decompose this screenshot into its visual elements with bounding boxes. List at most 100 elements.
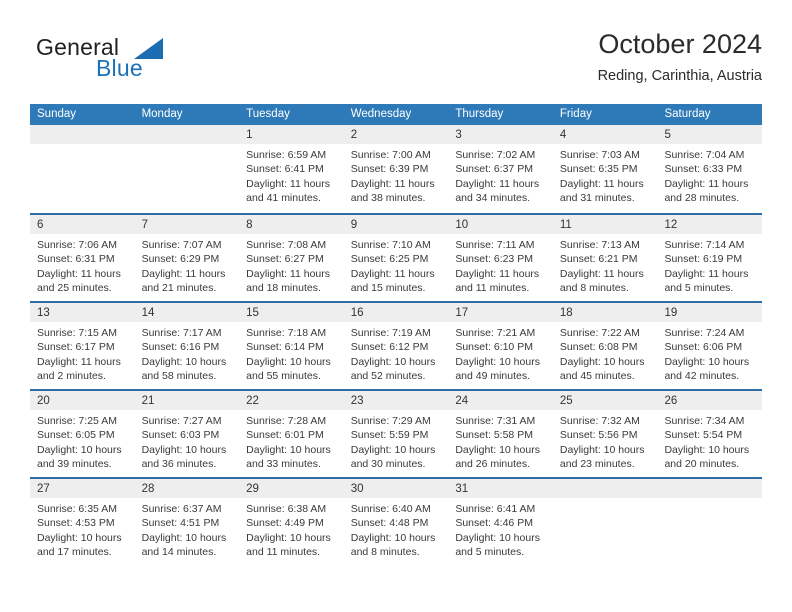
day-cell[interactable]: 23 Sunrise: 7:29 AM Sunset: 5:59 PM Dayl… <box>343 391 449 477</box>
day-cell[interactable] <box>134 125 240 213</box>
sunrise-text: Sunrise: 7:11 AM <box>455 239 535 251</box>
day-cell[interactable]: 15 Sunrise: 7:18 AM Sunset: 6:14 PM Dayl… <box>239 303 344 389</box>
daylight-text-line2: and 26 minutes. <box>455 458 531 471</box>
sunrise-text: Sunrise: 6:35 AM <box>37 503 117 515</box>
day-cell[interactable]: 22 Sunrise: 7:28 AM Sunset: 6:01 PM Dayl… <box>239 391 344 477</box>
day-info: Sunrise: 7:27 AM Sunset: 6:03 PM Dayligh… <box>135 410 240 472</box>
day-number-band <box>30 125 135 144</box>
page-subtitle-location: Reding, Carinthia, Austria <box>597 68 762 84</box>
day-cell[interactable]: 16 Sunrise: 7:19 AM Sunset: 6:12 PM Dayl… <box>343 303 449 389</box>
title-block: October 2024 Reding, Carinthia, Austria <box>598 28 762 86</box>
daylight-text-line1: Daylight: 11 hours <box>664 177 749 190</box>
day-info: Sunrise: 6:59 AM Sunset: 6:41 PM Dayligh… <box>239 144 344 206</box>
day-number: 12 <box>664 219 678 231</box>
weekday-header-saturday: Saturday <box>664 108 711 120</box>
daylight-text-line2: and 8 minutes. <box>559 282 629 295</box>
sunset-text: Sunset: 6:39 PM <box>350 163 429 176</box>
day-cell[interactable]: 27 Sunrise: 6:35 AM Sunset: 4:53 PM Dayl… <box>30 479 135 565</box>
weekday-header-monday: Monday <box>141 108 183 120</box>
day-cell[interactable]: 25 Sunrise: 7:32 AM Sunset: 5:56 PM Dayl… <box>552 391 658 477</box>
day-cell[interactable]: 29 Sunrise: 6:38 AM Sunset: 4:49 PM Dayl… <box>239 479 344 565</box>
day-cell[interactable]: 10 Sunrise: 7:11 AM Sunset: 6:23 PM Dayl… <box>448 215 553 301</box>
day-cell[interactable]: 28 Sunrise: 6:37 AM Sunset: 4:51 PM Dayl… <box>134 479 240 565</box>
sunset-text: Sunset: 5:56 PM <box>559 429 638 442</box>
day-number-band: 27 <box>30 479 135 498</box>
day-info <box>553 498 658 502</box>
day-number: 8 <box>246 219 253 231</box>
daylight-text-line2: and 34 minutes. <box>455 192 531 205</box>
day-cell[interactable]: 31 Sunrise: 6:41 AM Sunset: 4:46 PM Dayl… <box>448 479 553 565</box>
day-cell[interactable]: 1 Sunrise: 6:59 AM Sunset: 6:41 PM Dayli… <box>239 125 344 213</box>
calendar-table: Sunday Monday Tuesday Wednesday Thursday… <box>30 104 763 565</box>
day-number-band: 14 <box>134 303 240 322</box>
day-cell[interactable]: 24 Sunrise: 7:31 AM Sunset: 5:58 PM Dayl… <box>448 391 553 477</box>
daylight-text-line1: Daylight: 11 hours <box>141 267 226 280</box>
day-cell[interactable]: 5 Sunrise: 7:04 AM Sunset: 6:33 PM Dayli… <box>657 125 763 213</box>
sunset-text: Sunset: 6:31 PM <box>37 253 115 266</box>
day-number-band: 24 <box>448 391 553 410</box>
day-number-band: 17 <box>448 303 553 322</box>
day-cell[interactable]: 11 Sunrise: 7:13 AM Sunset: 6:21 PM Dayl… <box>552 215 658 301</box>
day-number: 31 <box>455 483 469 495</box>
day-number: 22 <box>246 395 259 407</box>
daylight-text-line2: and 5 minutes. <box>664 282 734 295</box>
daylight-text-line1: Daylight: 10 hours <box>559 443 645 456</box>
day-cell[interactable]: 7 Sunrise: 7:07 AM Sunset: 6:29 PM Dayli… <box>134 215 240 301</box>
day-cell[interactable] <box>657 479 763 565</box>
day-number: 17 <box>455 307 469 319</box>
sunset-text: Sunset: 6:21 PM <box>559 253 638 266</box>
day-cell[interactable]: 4 Sunrise: 7:03 AM Sunset: 6:35 PM Dayli… <box>552 125 658 213</box>
day-cell[interactable]: 13 Sunrise: 7:15 AM Sunset: 6:17 PM Dayl… <box>30 303 135 389</box>
sunrise-text: Sunrise: 7:32 AM <box>559 415 640 427</box>
daylight-text-line2: and 41 minutes. <box>246 192 321 205</box>
day-number-band: 26 <box>657 391 763 410</box>
day-cell[interactable]: 18 Sunrise: 7:22 AM Sunset: 6:08 PM Dayl… <box>552 303 658 389</box>
sunrise-text: Sunrise: 7:28 AM <box>246 415 327 427</box>
daylight-text-line2: and 11 minutes. <box>246 546 321 559</box>
day-cell[interactable] <box>30 125 135 213</box>
day-info: Sunrise: 7:14 AM Sunset: 6:19 PM Dayligh… <box>657 234 762 296</box>
general-blue-logo: General Blue <box>36 34 236 90</box>
weekday-header-friday: Friday <box>559 108 592 120</box>
day-info: Sunrise: 7:15 AM Sunset: 6:17 PM Dayligh… <box>30 322 135 384</box>
day-cell[interactable]: 19 Sunrise: 7:24 AM Sunset: 6:06 PM Dayl… <box>657 303 763 389</box>
day-cell[interactable]: 30 Sunrise: 6:40 AM Sunset: 4:48 PM Dayl… <box>343 479 449 565</box>
daylight-text-line2: and 11 minutes. <box>455 282 530 295</box>
page-header: General Blue October 2024 Reding, Carint… <box>30 28 762 90</box>
day-info: Sunrise: 7:21 AM Sunset: 6:10 PM Dayligh… <box>448 322 553 384</box>
sunrise-text: Sunrise: 6:37 AM <box>141 503 222 515</box>
day-cell[interactable]: 6 Sunrise: 7:06 AM Sunset: 6:31 PM Dayli… <box>30 215 135 301</box>
day-number-band: 1 <box>239 125 344 144</box>
day-info: Sunrise: 7:06 AM Sunset: 6:31 PM Dayligh… <box>30 234 135 296</box>
day-cell[interactable]: 14 Sunrise: 7:17 AM Sunset: 6:16 PM Dayl… <box>134 303 240 389</box>
daylight-text-line2: and 28 minutes. <box>664 192 740 205</box>
day-number: 18 <box>559 307 573 319</box>
day-number: 13 <box>37 307 50 319</box>
day-cell[interactable]: 2 Sunrise: 7:00 AM Sunset: 6:39 PM Dayli… <box>343 125 449 213</box>
day-number-band: 30 <box>343 479 449 498</box>
day-number: 20 <box>37 395 50 407</box>
daylight-text-line1: Daylight: 11 hours <box>559 267 644 280</box>
day-number-band <box>657 479 763 498</box>
day-cell[interactable]: 8 Sunrise: 7:08 AM Sunset: 6:27 PM Dayli… <box>239 215 344 301</box>
week-row: 6 Sunrise: 7:06 AM Sunset: 6:31 PM Dayli… <box>30 213 763 301</box>
daylight-text-line1: Daylight: 11 hours <box>455 177 540 190</box>
day-cell[interactable]: 20 Sunrise: 7:25 AM Sunset: 6:05 PM Dayl… <box>30 391 135 477</box>
sunset-text: Sunset: 4:51 PM <box>141 517 220 530</box>
weekday-header-thursday: Thursday <box>455 108 504 120</box>
daylight-text-line2: and 2 minutes. <box>37 370 106 383</box>
day-number: 28 <box>141 483 155 495</box>
day-cell[interactable]: 21 Sunrise: 7:27 AM Sunset: 6:03 PM Dayl… <box>134 391 240 477</box>
day-cell[interactable] <box>552 479 658 565</box>
day-cell[interactable]: 17 Sunrise: 7:21 AM Sunset: 6:10 PM Dayl… <box>448 303 553 389</box>
day-cell[interactable]: 26 Sunrise: 7:34 AM Sunset: 5:54 PM Dayl… <box>657 391 763 477</box>
sunset-text: Sunset: 6:12 PM <box>350 341 429 354</box>
sunrise-text: Sunrise: 7:22 AM <box>559 327 640 339</box>
sunset-text: Sunset: 4:49 PM <box>246 517 324 530</box>
day-cell[interactable]: 3 Sunrise: 7:02 AM Sunset: 6:37 PM Dayli… <box>448 125 553 213</box>
day-number: 25 <box>559 395 573 407</box>
day-cell[interactable]: 12 Sunrise: 7:14 AM Sunset: 6:19 PM Dayl… <box>657 215 763 301</box>
day-cell[interactable]: 9 Sunrise: 7:10 AM Sunset: 6:25 PM Dayli… <box>343 215 449 301</box>
day-number-band: 22 <box>239 391 344 410</box>
day-info: Sunrise: 7:28 AM Sunset: 6:01 PM Dayligh… <box>239 410 344 472</box>
